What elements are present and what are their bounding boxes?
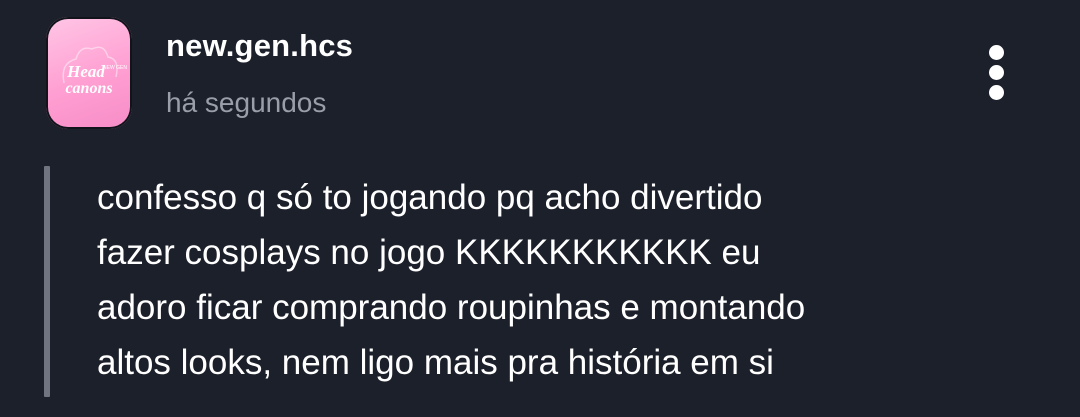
avatar-logo-top: Head <box>66 62 105 81</box>
post-body-line: adoro ficar comprando roupinhas e montan… <box>97 288 806 327</box>
more-vertical-icon <box>989 85 1004 100</box>
more-vertical-icon <box>989 45 1004 60</box>
quote-bar <box>44 166 50 397</box>
more-vertical-icon <box>989 65 1004 80</box>
post-timestamp: há segundos <box>166 87 327 118</box>
post-body-line: confesso q só to jogando pq acho diverti… <box>97 178 763 217</box>
post-card: Head canons NEW GEN new.gen.hcs há segun… <box>0 0 1080 417</box>
avatar-logo-small: NEW GEN <box>103 65 127 71</box>
post-body-line: altos looks, nem ligo mais pra história … <box>97 343 774 382</box>
avatar-logo-bottom: canons <box>65 80 112 97</box>
more-options-button[interactable] <box>980 40 1014 106</box>
author-avatar[interactable]: Head canons NEW GEN <box>46 17 132 129</box>
author-name[interactable]: new.gen.hcs <box>166 28 353 64</box>
post-body: confesso q só to jogando pq acho diverti… <box>97 170 1057 390</box>
avatar-logo: Head canons NEW GEN <box>62 46 127 97</box>
post-body-line: fazer cosplays no jogo KKKKKKKKKKK eu <box>97 233 761 272</box>
